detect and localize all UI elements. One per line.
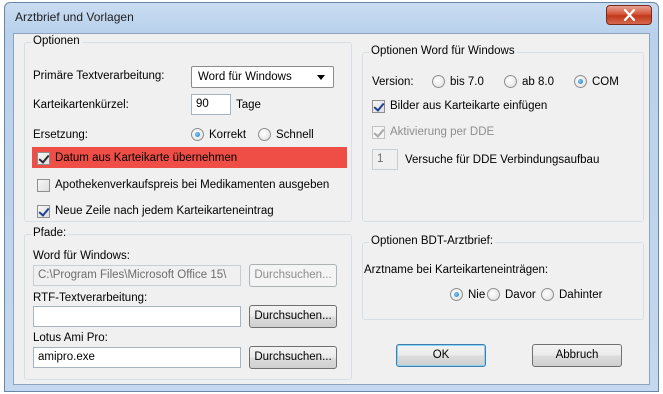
lotus-path-label: Lotus Ami Pro: [33, 332, 108, 344]
title-bar[interactable]: Arztbrief und Vorlagen [5, 3, 658, 33]
rtf-path-input[interactable] [33, 306, 241, 327]
check-neue-zeile[interactable] [37, 205, 50, 218]
close-button[interactable] [606, 5, 652, 25]
rtf-path-label: RTF-Textverarbeitung: [33, 292, 148, 304]
radio-bis-7[interactable] [432, 75, 445, 88]
abbruch-button[interactable]: Abbruch [532, 344, 622, 367]
radio-ab-8[interactable] [504, 75, 517, 88]
primaer-textverarbeitung-value: Word für Windows [198, 71, 292, 83]
optionen-group-label: Optionen [31, 35, 82, 47]
check-apothekenverkaufspreis-label[interactable]: Apothekenverkaufspreis bei Medikamenten … [55, 179, 329, 191]
primaer-textverarbeitung-label: Primäre Textverarbeitung: [33, 70, 165, 82]
word-path-input[interactable]: C:\Program Files\Microsoft Office 15\ [33, 265, 241, 286]
radio-bis-7-label[interactable]: bis 7.0 [450, 76, 484, 88]
radio-davor[interactable] [487, 288, 500, 301]
check-datum-uebernehmen-label[interactable]: Datum aus Karteikarte übernehmen [55, 152, 237, 164]
word-path-label: Word für Windows: [33, 250, 130, 262]
karteikartenkuerzel-label: Karteikartenkürzel: [33, 99, 129, 111]
radio-dahinter-label[interactable]: Dahinter [559, 289, 602, 301]
radio-nie[interactable] [450, 288, 463, 301]
dde-versuche-label: Versuche für DDE Verbindungsaufbau [405, 154, 600, 166]
radio-com[interactable] [574, 75, 587, 88]
check-bilder-einfuegen-label[interactable]: Bilder aus Karteikarte einfügen [390, 100, 547, 112]
radio-dahinter[interactable] [541, 288, 554, 301]
check-bilder-einfuegen[interactable] [372, 100, 385, 113]
lotus-browse-button[interactable]: Durchsuchen... [249, 346, 337, 369]
lotus-path-input[interactable]: amipro.exe [33, 347, 241, 368]
check-apothekenverkaufspreis[interactable] [37, 179, 50, 192]
ersetzung-label: Ersetzung: [33, 129, 88, 141]
karteikartenkuerzel-input[interactable]: 90 [191, 94, 231, 115]
radio-davor-label[interactable]: Davor [505, 289, 536, 301]
radio-com-label[interactable]: COM [592, 76, 619, 88]
ok-button[interactable]: OK [396, 344, 486, 367]
dialog-window: Arztbrief und Vorlagen Optionen Primäre … [4, 2, 659, 392]
word-browse-button[interactable]: Durchsuchen... [249, 264, 337, 287]
radio-ab-8-label[interactable]: ab 8.0 [522, 76, 554, 88]
radio-korrekt[interactable] [191, 128, 204, 141]
rtf-browse-button[interactable]: Durchsuchen... [249, 305, 337, 328]
check-datum-uebernehmen[interactable] [37, 152, 50, 165]
karteikartenkuerzel-unit: Tage [236, 99, 261, 111]
check-neue-zeile-label[interactable]: Neue Zeile nach jedem Karteikarteneintra… [55, 205, 274, 217]
check-dde-aktivierung-label[interactable]: Aktivierung per DDE [390, 126, 494, 138]
radio-schnell-label[interactable]: Schnell [276, 129, 314, 141]
primaer-textverarbeitung-select[interactable]: Word für Windows [191, 66, 334, 88]
arztname-label: Arztname bei Karteikarteneinträgen: [364, 264, 549, 276]
check-dde-aktivierung[interactable] [372, 126, 385, 139]
close-icon [623, 9, 636, 21]
pfade-group-label: Pfade: [31, 227, 69, 239]
radio-korrekt-label[interactable]: Korrekt [209, 129, 246, 141]
radio-nie-label[interactable]: Nie [468, 289, 485, 301]
dde-versuche-input[interactable]: 1 [372, 149, 398, 170]
chevron-down-icon [317, 75, 325, 80]
dialog-client-area: Optionen Primäre Textverarbeitung: Word … [13, 33, 650, 385]
word-optionen-group-label: Optionen Word für Windows [369, 45, 517, 57]
version-label: Version: [372, 76, 414, 88]
radio-schnell[interactable] [258, 128, 271, 141]
bdt-group: Optionen BDT-Arztbrief: [362, 235, 644, 320]
window-title: Arztbrief und Vorlagen [15, 10, 134, 24]
bdt-group-label: Optionen BDT-Arztbrief: [369, 235, 496, 247]
